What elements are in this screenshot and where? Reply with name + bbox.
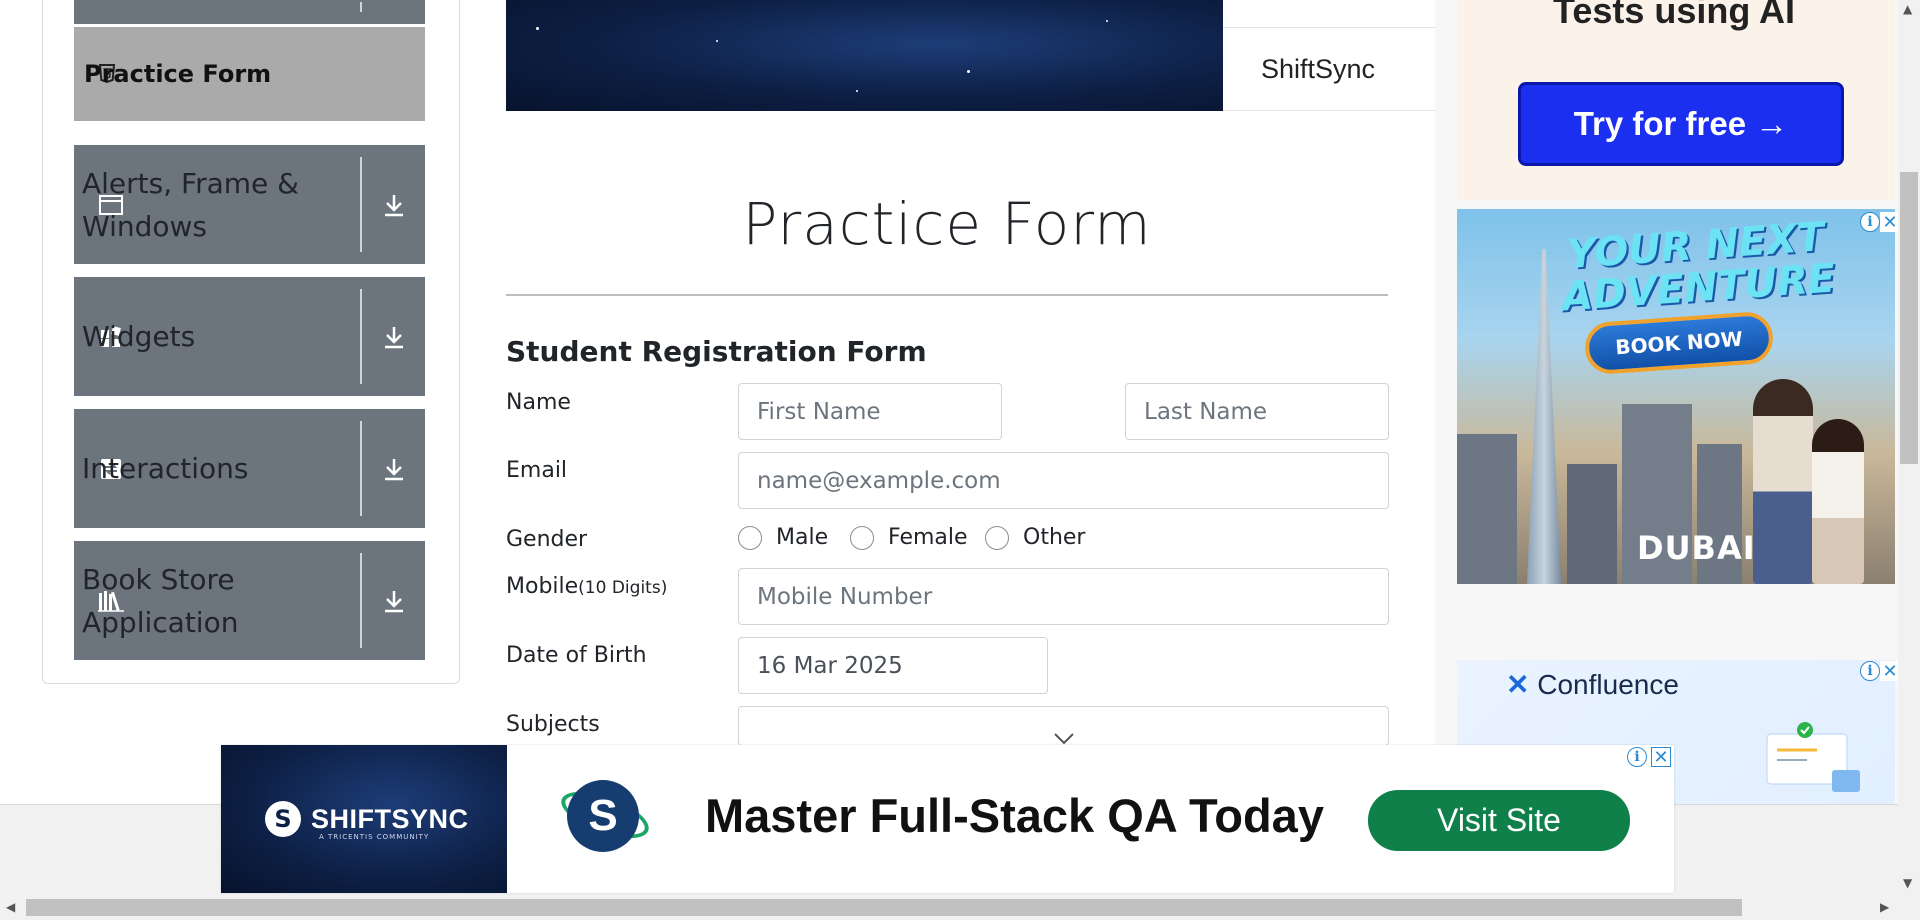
scroll-down-icon[interactable]: ▼	[1903, 876, 1912, 890]
ad-info-icon[interactable]: i	[1627, 747, 1647, 767]
ad-headline: YOUR NEXT ADVENTURE	[1560, 214, 1837, 321]
ad-close-icon[interactable]: ✕	[1880, 661, 1900, 682]
sidebar-group-bookstore[interactable]: Book Store Application	[74, 541, 425, 660]
ad-tests-ai-text: Tests using AI	[1553, 0, 1796, 31]
confluence-logo-icon: ✕	[1506, 669, 1530, 700]
ad-confluence-text: Confluence	[1537, 669, 1679, 700]
scroll-up-icon[interactable]: ▲	[1903, 2, 1912, 16]
gender-label: Gender	[506, 527, 588, 552]
sidebar-group-interactions[interactable]: Interactions	[74, 409, 425, 528]
last-name-input[interactable]: Last Name	[1125, 383, 1389, 440]
separator	[360, 157, 362, 252]
subjects-input[interactable]	[738, 706, 1389, 746]
gender-radio-male[interactable]: Male	[738, 525, 828, 550]
sidebar-group-widgets[interactable]: Widgets	[74, 277, 425, 396]
ad-confluence-title: ✕ Confluence	[1506, 668, 1679, 701]
brand-text: SHIFTSYNC	[311, 803, 469, 834]
separator	[360, 553, 362, 648]
radio-circle[interactable]	[738, 525, 762, 550]
mobile-input[interactable]: Mobile Number	[738, 568, 1389, 625]
subjects-label: Subjects	[506, 712, 600, 737]
vertical-scrollbar-thumb[interactable]	[1900, 172, 1918, 464]
download-icon[interactable]	[374, 185, 414, 225]
radio-label: Other	[1023, 525, 1086, 550]
sidebar-group-label: Alerts, Frame & Windows	[82, 166, 300, 243]
scroll-right-icon[interactable]: ▶	[1880, 900, 1889, 914]
ad-dubai[interactable]: YOUR NEXT ADVENTURE BOOK NOW DUBAI	[1457, 209, 1895, 584]
sidebar-item-practice-form[interactable]: Practice Form	[74, 27, 425, 121]
email-label: Email	[506, 458, 568, 483]
radio-label: Male	[776, 525, 829, 550]
book-now-button[interactable]: BOOK NOW	[1583, 310, 1775, 376]
shiftsync-brand: S SHIFTSYNC A TRICENTIS COMMUNITY	[221, 745, 507, 893]
name-label: Name	[506, 390, 571, 415]
sidebar-group-forms[interactable]	[74, 0, 425, 24]
ad-close-icon[interactable]: ✕	[1880, 212, 1900, 233]
scroll-left-icon[interactable]: ◀	[6, 900, 15, 914]
download-icon[interactable]	[374, 581, 414, 621]
separator	[360, 2, 362, 12]
first-name-input[interactable]: First Name	[738, 383, 1002, 440]
email-input[interactable]: name@example.com	[738, 452, 1389, 509]
sidebar-group-alerts[interactable]: Alerts, Frame & Windows	[74, 145, 425, 264]
header-brand-text[interactable]: ShiftSync	[1223, 27, 1435, 111]
sidebar-group-label: Widgets	[82, 320, 196, 353]
shiftsync-logo-icon: S	[567, 780, 639, 852]
divider	[506, 294, 1388, 296]
mobile-label-text: Mobile	[506, 574, 579, 599]
ad-info-icon[interactable]: i	[1860, 661, 1880, 681]
page: Practice Form Alerts, Frame & Windows Wi…	[0, 0, 1920, 920]
bottom-ad[interactable]: S SHIFTSYNC A TRICENTIS COMMUNITY S Mast…	[221, 745, 1674, 893]
gender-radio-female[interactable]: Female	[850, 525, 968, 550]
person-image	[1753, 379, 1813, 584]
sidebar-group-label: Interactions	[82, 452, 249, 485]
separator	[360, 289, 362, 384]
horizontal-scrollbar-thumb[interactable]	[26, 899, 1742, 916]
ad-illustration	[1766, 722, 1860, 792]
dob-input[interactable]: 16 Mar 2025	[738, 637, 1048, 694]
radio-label: Female	[888, 525, 968, 550]
header-banner-image[interactable]	[506, 0, 1223, 111]
download-icon[interactable]	[374, 317, 414, 357]
page-title: Practice Form	[742, 190, 1152, 258]
shiftsync-logo-icon: S	[265, 801, 301, 837]
person-image	[1812, 419, 1864, 584]
ad-close-icon[interactable]: ✕	[1651, 747, 1671, 768]
dubai-logo: DUBAI	[1637, 529, 1756, 567]
visit-site-button[interactable]: Visit Site	[1368, 790, 1630, 851]
download-icon[interactable]	[374, 449, 414, 489]
radio-circle[interactable]	[985, 525, 1009, 550]
mobile-label: Mobile(10 Digits)	[506, 574, 667, 599]
sidebar-group-label: Book Store Application	[82, 562, 239, 639]
try-for-free-button[interactable]: Try for free →	[1518, 82, 1844, 166]
form-subtitle: Student Registration Form	[506, 335, 927, 368]
mobile-hint: (10 Digits)	[578, 578, 668, 598]
separator	[360, 421, 362, 516]
ad-info-icon[interactable]: i	[1860, 212, 1880, 232]
dob-label: Date of Birth	[506, 643, 647, 668]
brand-subtext: A TRICENTIS COMMUNITY	[319, 833, 430, 841]
gender-radio-other[interactable]: Other	[985, 525, 1085, 550]
radio-circle[interactable]	[850, 525, 874, 550]
ad-headline: Master Full-Stack QA Today	[705, 789, 1324, 842]
sidebar-item-label: Practice Form	[84, 60, 272, 88]
